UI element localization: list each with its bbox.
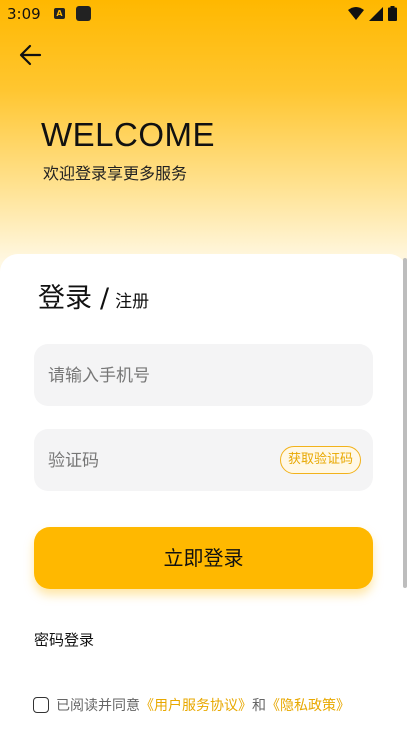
password-login-link[interactable]: 密码登录 — [34, 629, 94, 650]
user-agreement-link[interactable]: 《用户服务协议》 — [140, 695, 252, 715]
code-field[interactable]: 获取验证码 — [34, 429, 373, 493]
notification-icon: A — [54, 8, 65, 19]
status-time: 3:09 — [7, 5, 41, 23]
get-code-button[interactable]: 获取验证码 — [279, 446, 361, 474]
wifi-icon — [348, 6, 364, 20]
tab-register[interactable]: 注册 — [115, 287, 149, 312]
privacy-policy-link[interactable]: 《隐私政策》 — [266, 695, 350, 715]
agreement-row: 已阅读并同意 《用户服务协议》 和 《隐私政策》 — [33, 695, 350, 715]
auth-tabs: 登录 / 注册 — [38, 276, 149, 315]
battery-icon — [388, 6, 397, 21]
code-input[interactable] — [46, 429, 270, 493]
agreement-prefix: 已阅读并同意 — [56, 698, 140, 714]
phone-input[interactable] — [46, 344, 270, 408]
back-arrow-icon[interactable] — [18, 42, 44, 68]
app-icon — [76, 6, 91, 21]
welcome-title: WELCOME — [41, 116, 216, 153]
status-icons — [348, 6, 397, 21]
signal-icon — [369, 6, 383, 21]
login-button[interactable]: 立即登录 — [34, 527, 373, 589]
tab-separator: / — [100, 283, 110, 314]
phone-field[interactable] — [34, 344, 373, 408]
login-card — [0, 254, 407, 734]
tab-login[interactable]: 登录 — [38, 276, 92, 315]
welcome-subtitle: 欢迎登录享更多服务 — [43, 164, 188, 183]
status-bar: 3:09 A — [0, 0, 407, 28]
agreement-conjunction: 和 — [252, 698, 266, 714]
agreement-checkbox[interactable] — [33, 697, 49, 713]
scrollbar[interactable] — [403, 258, 407, 588]
